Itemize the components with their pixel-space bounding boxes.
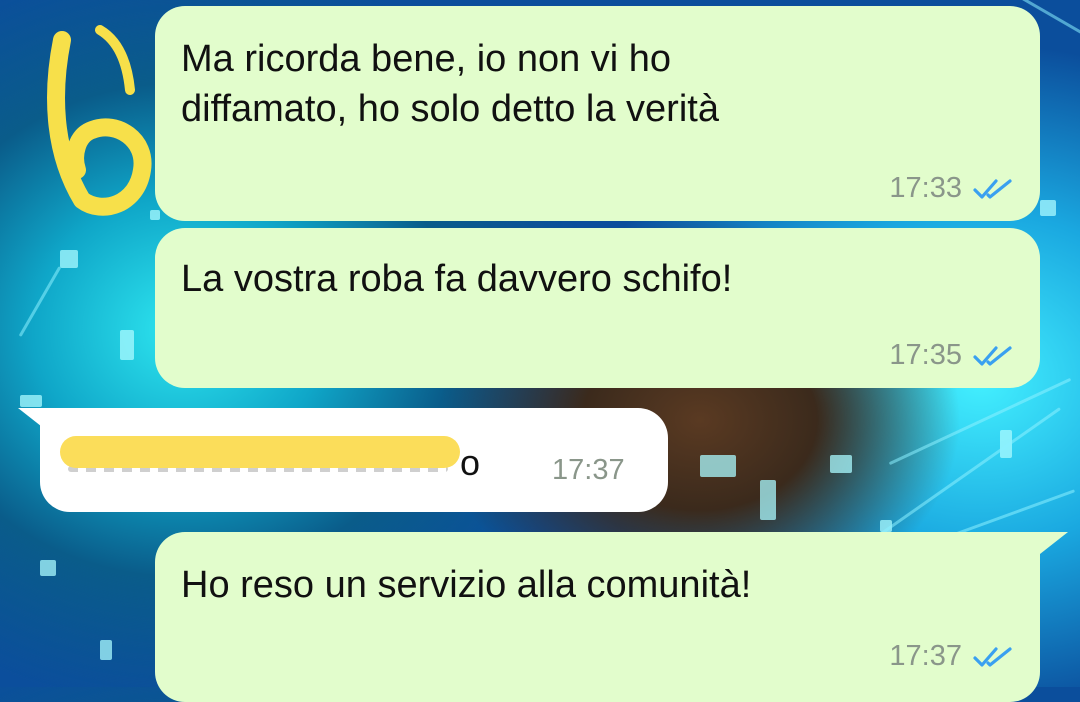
message-time: 17:37 bbox=[552, 454, 625, 486]
message-text: La vostra roba fa davvero schifo! bbox=[181, 258, 733, 300]
message-bubble-outgoing[interactable]: Ho reso un servizio alla comunità! 17:37 bbox=[155, 532, 1040, 702]
message-time: 17:35 bbox=[889, 339, 962, 371]
double-check-icon bbox=[973, 345, 1012, 366]
message-bubble-outgoing[interactable]: La vostra roba fa davvero schifo! 17:35 bbox=[155, 228, 1040, 388]
double-check-icon bbox=[973, 646, 1012, 667]
message-time: 17:37 bbox=[889, 640, 962, 672]
redaction-mark bbox=[60, 436, 460, 468]
message-bubble-outgoing[interactable]: Ma ricorda bene, io non vi ho diffamato,… bbox=[155, 6, 1040, 221]
message-text-visible-fragment: o bbox=[460, 442, 481, 483]
double-check-icon bbox=[973, 178, 1012, 199]
message-bubble-incoming[interactable]: o 17:37 bbox=[40, 408, 668, 512]
message-time: 17:33 bbox=[889, 172, 962, 204]
message-text: Ma ricorda bene, io non vi ho diffamato,… bbox=[181, 38, 719, 130]
handwritten-number-annotation bbox=[47, 25, 152, 216]
bubble-tail bbox=[1040, 532, 1068, 554]
message-text: Ho reso un servizio alla comunità! bbox=[181, 564, 752, 606]
